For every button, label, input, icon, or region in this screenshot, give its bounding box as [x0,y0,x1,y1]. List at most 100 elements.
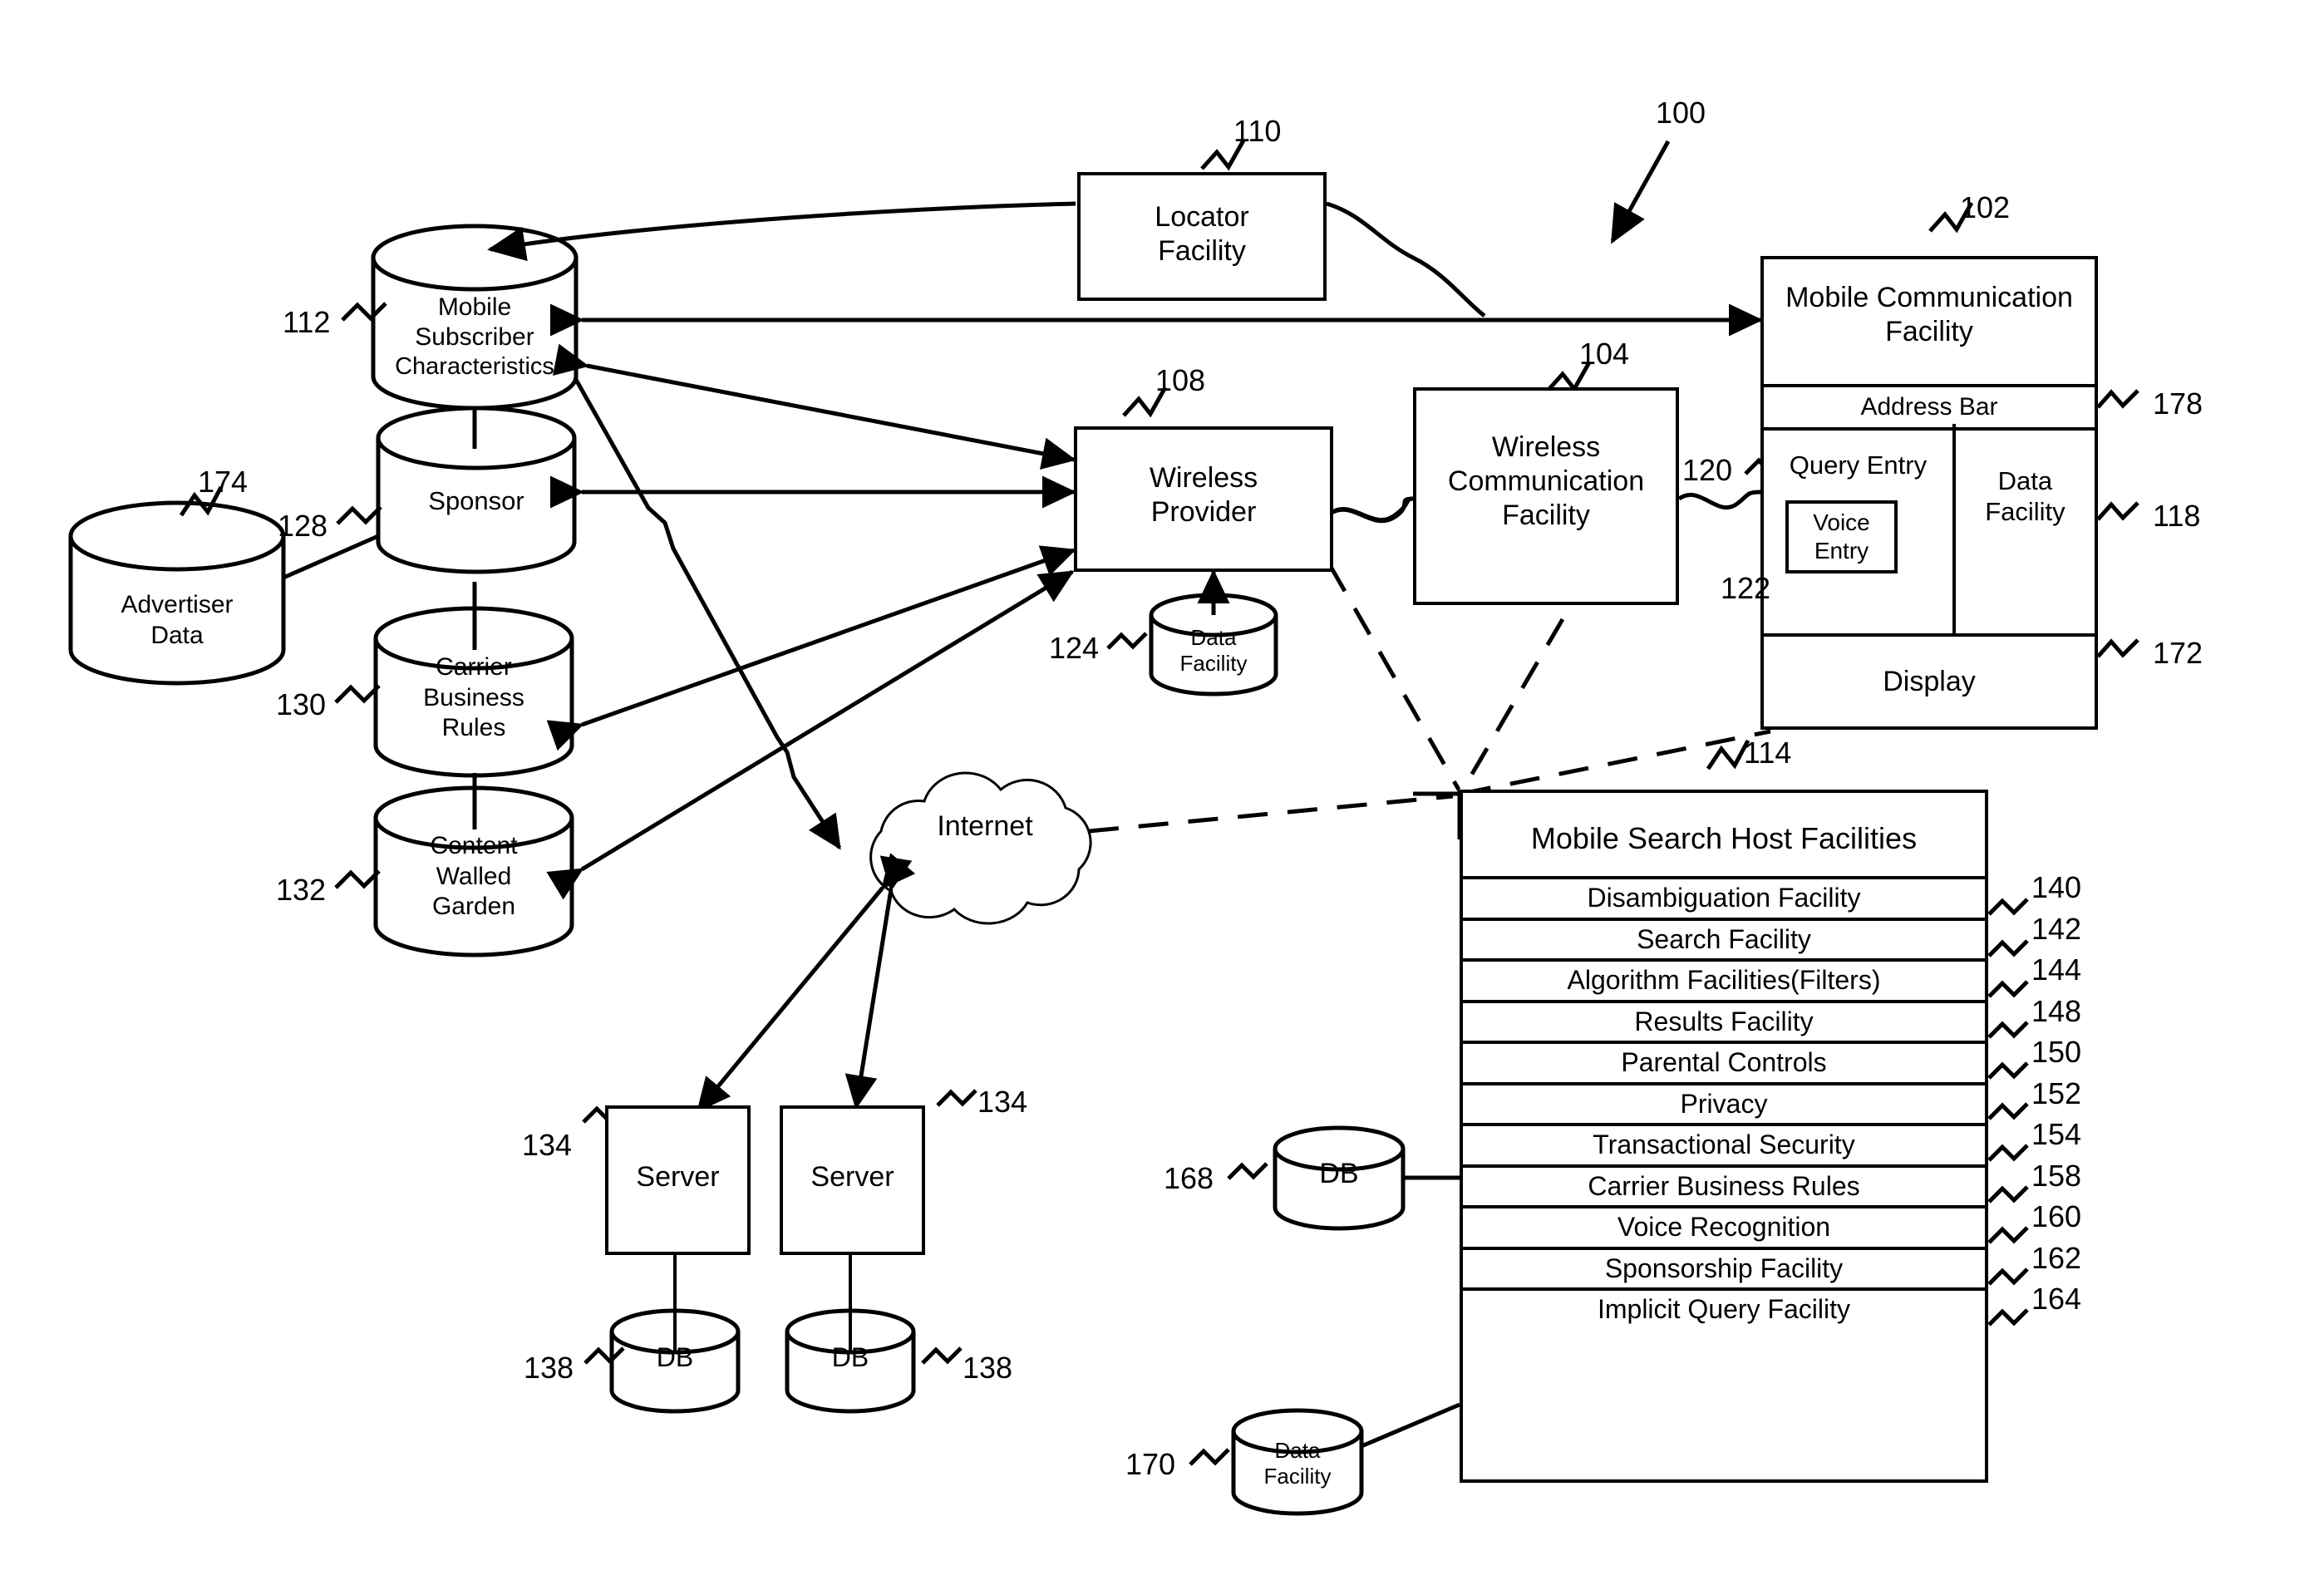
msc-line-3: Characteristics [395,353,554,380]
host-facility-ref: 142 [2031,911,2082,946]
host-facility-label: Voice Recognition [1617,1212,1831,1243]
voice-entry-label-1: Voice [1813,509,1870,536]
host-facility-label: Transactional Security [1593,1130,1855,1160]
host-facility-label: Parental Controls [1621,1047,1827,1078]
host-facility-row[interactable]: Disambiguation Facility [1463,876,1985,918]
host-facility-row[interactable]: Privacy [1463,1081,1985,1124]
hdf-line-2: Facility [1263,1463,1332,1489]
locator-facility-label-2: Facility [1158,234,1246,267]
wp-data-facility-cylinder-label: Data Facility [1151,625,1276,676]
ref-112: 112 [283,305,331,339]
cbr-line-1: Carrier [436,653,512,681]
ref-134-left: 134 [522,1128,573,1162]
ref-124: 124 [1049,631,1100,665]
query-entry-pane[interactable]: Query Entry Voice Entry [1764,424,1956,637]
device-title-line-1: Mobile Communication [1785,282,2073,313]
wireless-provider-label-2: Provider [1150,495,1257,528]
voice-entry-button[interactable]: Voice Entry [1785,500,1898,573]
server-left-box: Server [605,1105,751,1255]
internet-cloud [869,771,1092,925]
host-facility-row[interactable]: Results Facility [1463,999,1985,1041]
locator-facility-box: Locator Facility [1077,172,1327,301]
ref-172: 172 [2153,636,2203,670]
host-facility-ref: 160 [2031,1199,2082,1233]
cwg-line-1: Content [430,832,518,859]
server-left-label: Server [636,1161,720,1193]
ref-120: 120 [1682,453,1733,487]
host-facility-row[interactable]: Carrier Business Rules [1463,1164,1985,1206]
adv-line-1: Advertiser [121,591,234,618]
wpdf-line-2: Facility [1179,650,1248,676]
wcf-label-2: Communication [1447,465,1645,497]
host-facility-row[interactable]: Transactional Security [1463,1123,1985,1164]
device-title-line-2: Facility [1885,315,1973,347]
ref-138-left: 138 [524,1351,574,1385]
wireless-provider-box: Wireless Provider [1074,426,1333,572]
system-ref-arrow [1610,140,1671,244]
host-facility-label: Disambiguation Facility [1587,883,1861,913]
server-right-box: Server [780,1105,925,1255]
host-facility-label: Search Facility [1637,923,1811,954]
wcf-label-3: Facility [1502,499,1590,531]
msc-cylinder-label: Mobile Subscriber Characteristics [373,293,576,381]
host-facility-ref: 144 [2031,952,2082,987]
display-label: Display [1883,665,1976,697]
host-facility-ref: 150 [2031,1035,2082,1069]
host-facility-label: Implicit Query Facility [1597,1294,1851,1325]
db-right-label: DB [831,1342,869,1372]
host-facility-ref: 152 [2031,1075,2082,1110]
ref-100: 100 [1656,96,1706,130]
internet-label: Internet [937,810,1033,842]
host-facility-label: Privacy [1680,1088,1768,1119]
adv-line-2: Data [150,621,204,649]
wireless-provider-label-1: Wireless [1149,462,1258,494]
ref-132: 132 [276,873,327,907]
host-facility-row[interactable]: Implicit Query Facility [1463,1287,1985,1329]
msc-line-1: Mobile [437,293,512,321]
host-data-facility-label: Data Facility [1233,1438,1361,1489]
device-data-facility-label-1: Data [1997,466,2053,495]
query-entry-label: Query Entry [1789,450,1928,480]
host-facility-ref: 140 [2031,870,2082,904]
cwg-line-2: Walled [436,862,512,890]
msc-line-2: Subscriber [415,323,534,351]
ref-130: 130 [276,687,327,721]
voice-entry-label-2: Entry [1814,538,1869,564]
ref-114: 114 [1744,736,1792,770]
mobile-search-host-facilities-box: Mobile Search Host Facilities Disambigua… [1460,790,1988,1483]
host-facility-row[interactable]: Algorithm Facilities(Filters) [1463,958,1985,1000]
cbr-cylinder-label: Carrier Business Rules [376,652,572,744]
ref-178: 178 [2153,386,2203,421]
wireless-communication-facility-box: Wireless Communication Facility [1413,387,1679,605]
host-facility-ref: 148 [2031,993,2082,1028]
device-data-facility-label-2: Facility [1985,497,2066,527]
address-bar-label: Address Bar [1860,393,1998,421]
host-facility-row[interactable]: Parental Controls [1463,1041,1985,1082]
host-facility-row[interactable]: Voice Recognition [1463,1205,1985,1247]
host-facility-row[interactable]: Search Facility [1463,917,1985,959]
host-db-label: DB [1319,1158,1359,1189]
host-facility-ref: 162 [2031,1240,2082,1275]
ref-110: 110 [1233,114,1282,148]
patent-figure-canvas: Locator Facility Wireless Provider Wirel… [0,0,2324,1580]
ref-108: 108 [1155,363,1206,397]
wcf-label-1: Wireless [1491,431,1601,463]
device-data-facility-pane: Data Facility [1956,424,2095,637]
ref-128: 128 [278,509,328,543]
host-facility-row[interactable]: Sponsorship Facility [1463,1246,1985,1288]
ref-122: 122 [1721,571,1771,605]
device-title: Mobile Communication Facility [1764,281,2095,349]
advertiser-data-cylinder-label: Advertiser Data [71,590,283,651]
wpdf-line-1: Data [1190,625,1237,650]
db-left-label: DB [656,1342,694,1372]
ref-174: 174 [198,465,249,499]
host-facility-label: Carrier Business Rules [1588,1170,1860,1201]
ref-168: 168 [1164,1161,1214,1195]
host-facility-ref: 154 [2031,1117,2082,1151]
ref-134-right: 134 [977,1085,1028,1119]
cwg-line-3: Garden [431,893,516,921]
host-facility-label: Sponsorship Facility [1604,1253,1844,1283]
device-display: Display [1764,633,2095,726]
ref-104: 104 [1579,337,1630,371]
host-title: Mobile Search Host Facilities [1530,821,1918,855]
